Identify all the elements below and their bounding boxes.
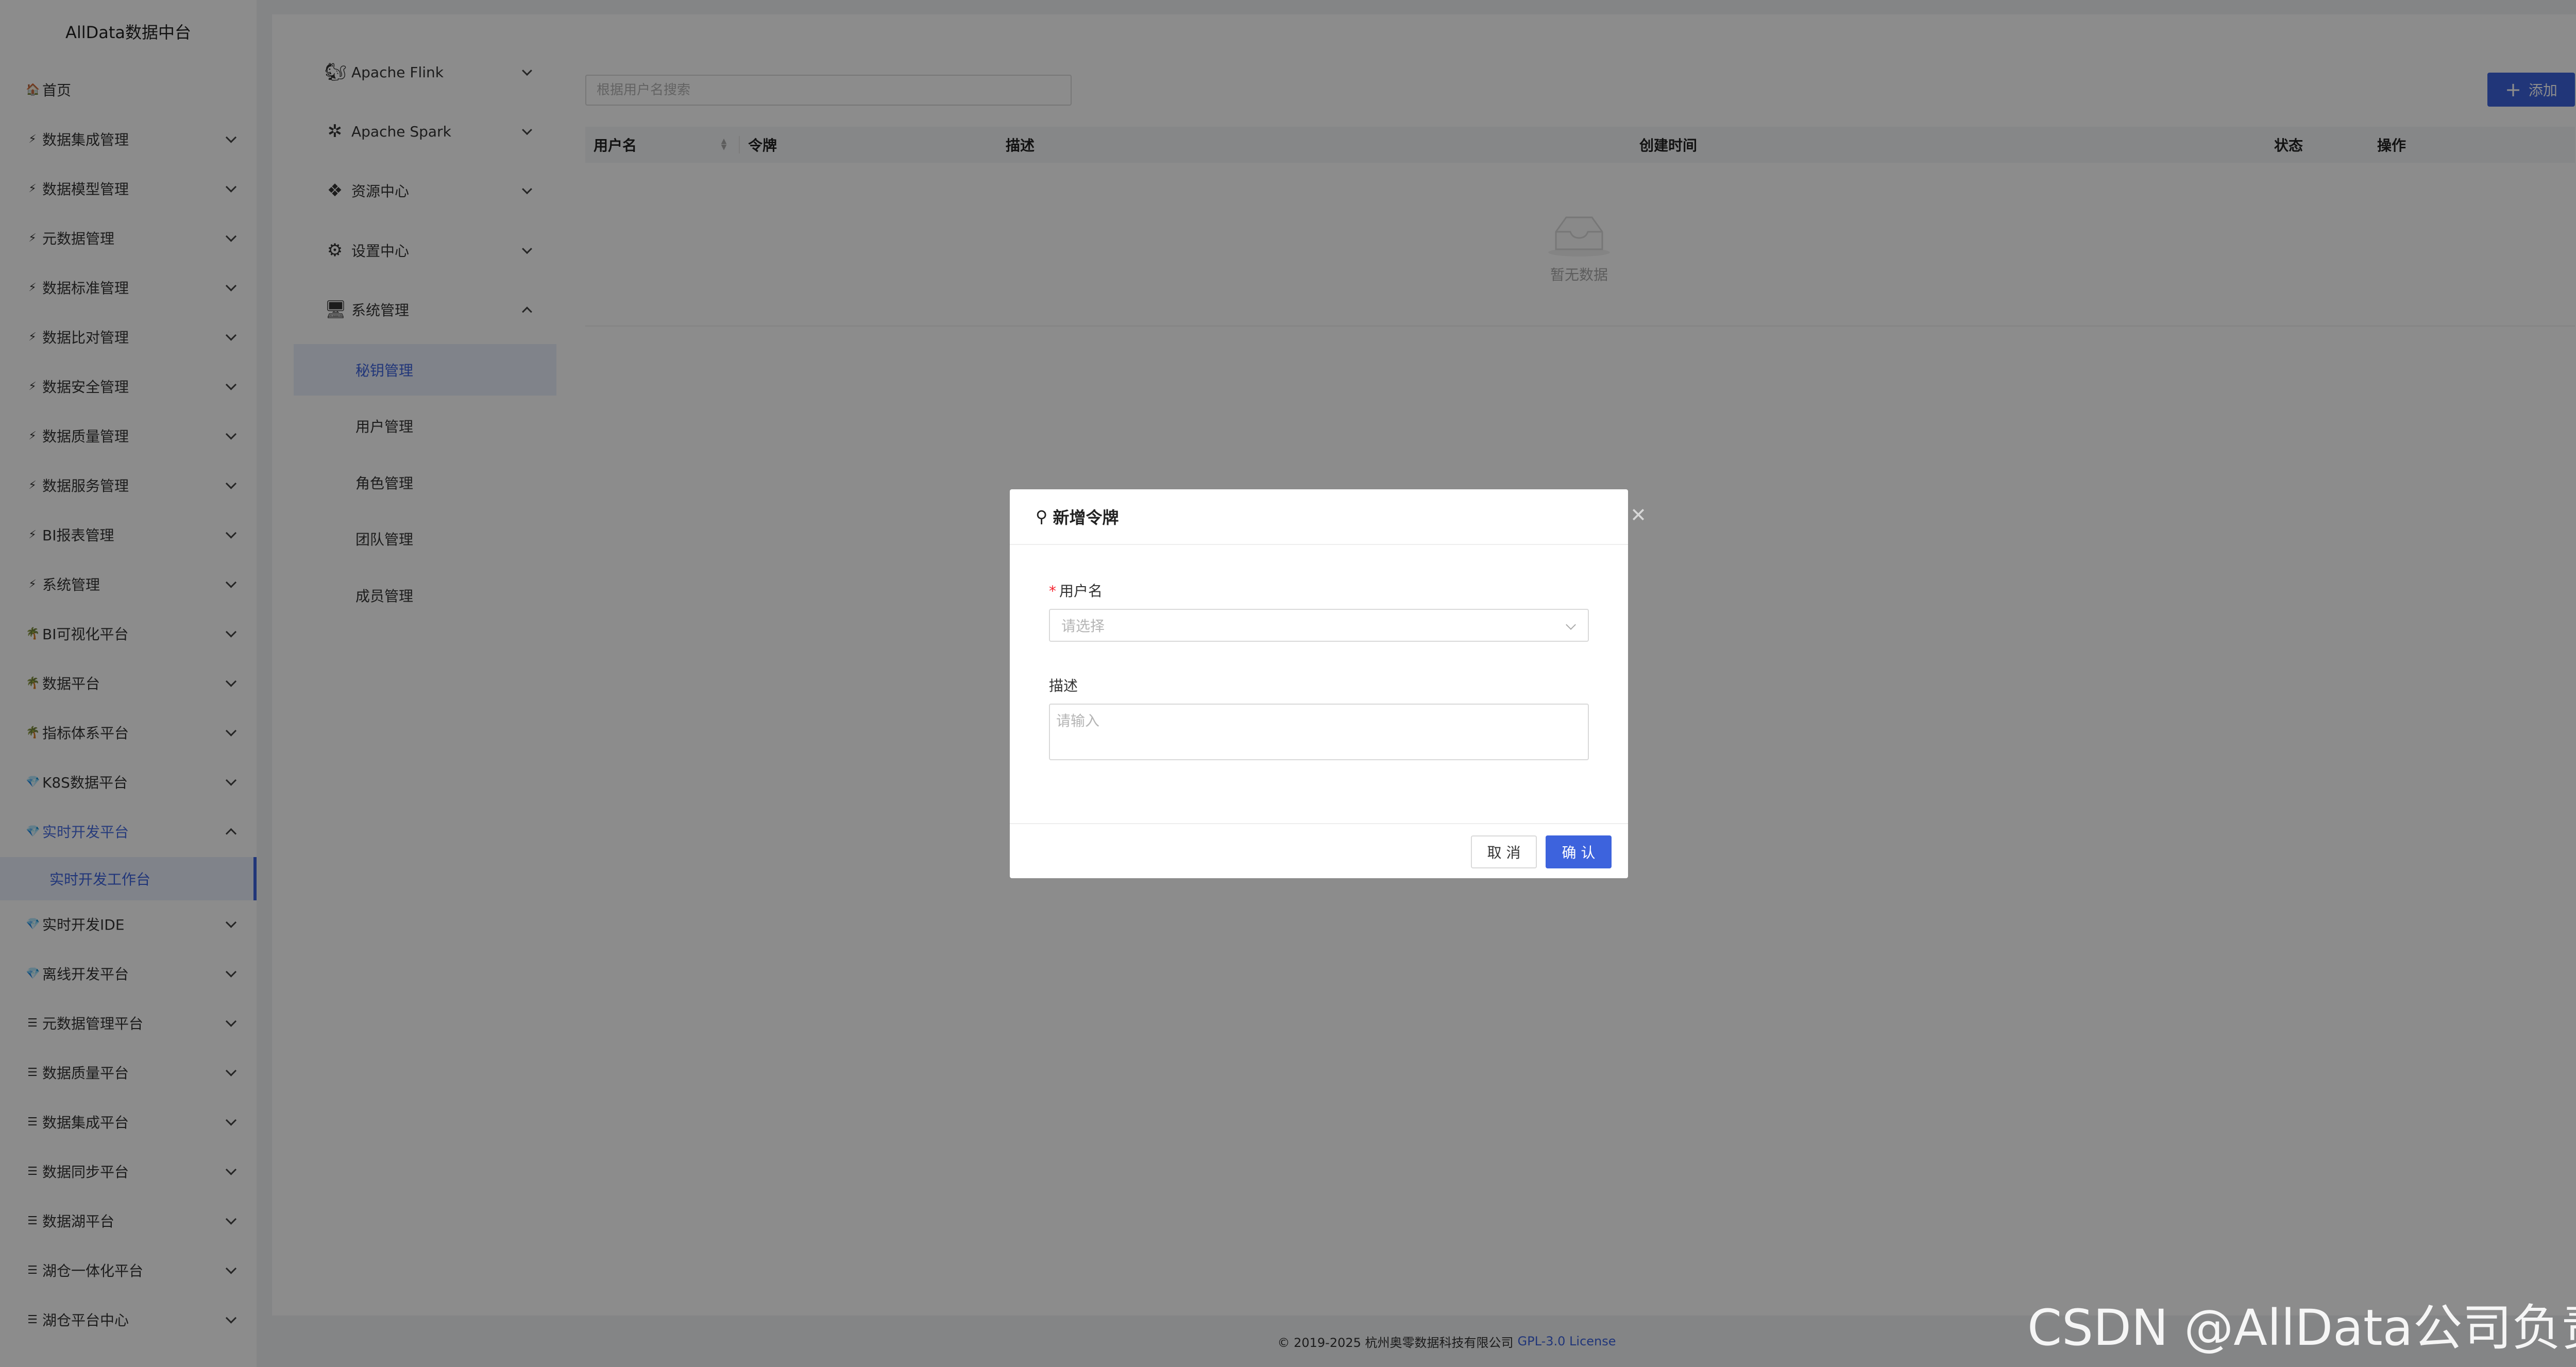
- description-label: 描述: [1049, 677, 1078, 694]
- modal-footer-divider: [1010, 823, 1628, 824]
- add-token-modal: ⚲ 新增令牌 *用户名 请选择 描述 取 消 确 认: [1010, 489, 1628, 878]
- watermark-text: CSDN @AllData公司负责人: [2027, 1299, 2576, 1357]
- confirm-button[interactable]: 确 认: [1546, 835, 1612, 868]
- chevron-down-icon: [1566, 620, 1576, 630]
- username-select[interactable]: 请选择: [1049, 609, 1589, 642]
- username-select-placeholder: 请选择: [1061, 618, 1105, 635]
- required-mark: *: [1049, 583, 1056, 600]
- username-label-text: 用户名: [1059, 583, 1103, 600]
- description-textarea[interactable]: [1049, 704, 1589, 760]
- cancel-button[interactable]: 取 消: [1471, 835, 1537, 868]
- search-icon: ⚲: [1036, 507, 1048, 526]
- modal-header: ⚲ 新增令牌: [1010, 489, 1628, 545]
- close-icon[interactable]: ✕: [1628, 505, 1649, 525]
- username-label: * 用户名: [1049, 580, 1103, 601]
- modal-title: 新增令牌: [1053, 508, 1119, 527]
